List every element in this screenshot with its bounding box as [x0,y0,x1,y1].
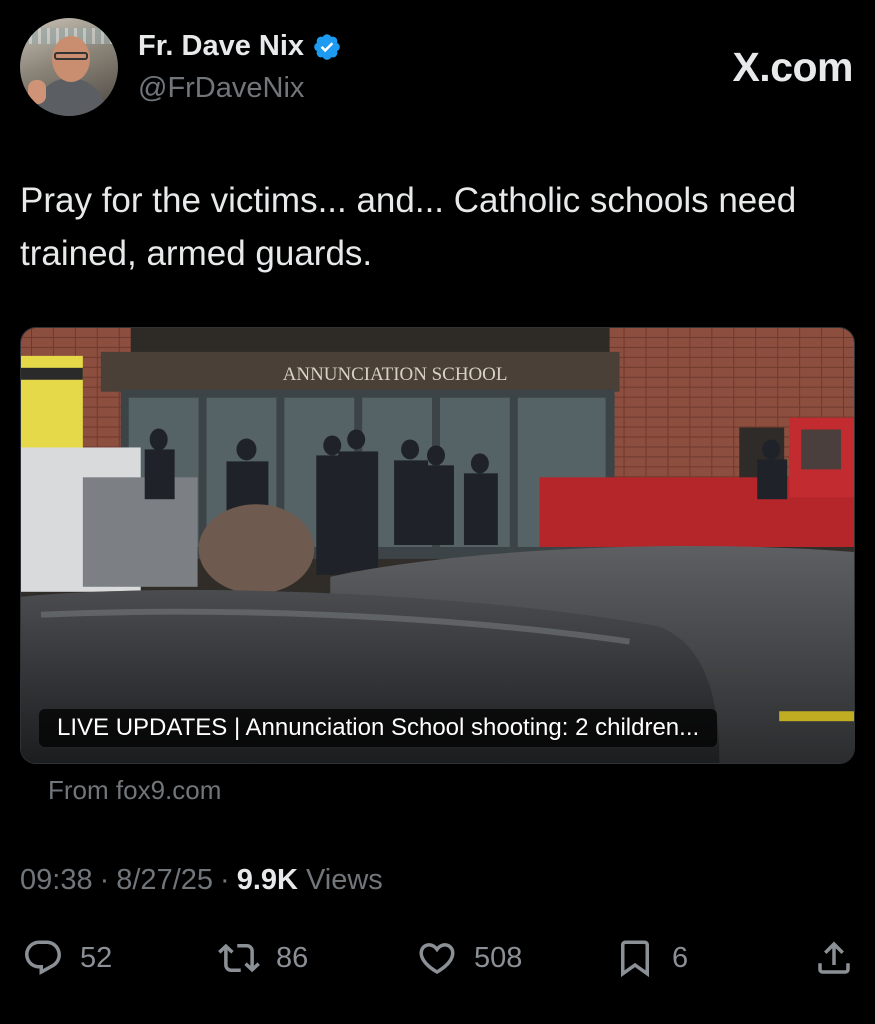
avatar-glasses [54,52,88,60]
link-card-image: ANNUNCIATION SCHOOL [21,328,854,763]
tweet-date[interactable]: 8/27/25 [116,864,213,897]
like-button[interactable]: 508 [416,932,522,984]
repost-count: 86 [276,941,309,974]
like-count: 508 [474,941,523,974]
tweet-time[interactable]: 09:38 [20,864,93,897]
bookmark-button[interactable]: 6 [614,932,688,984]
meta-separator: · [99,864,110,896]
views-count: 9.9K [236,864,298,896]
meta-separator: · [220,864,230,896]
repost-button[interactable]: 86 [218,932,308,984]
bookmark-icon [621,940,649,978]
views-label: Views [305,864,383,896]
bookmark-count: 6 [672,941,689,974]
link-source[interactable]: From fox9.com [48,775,221,806]
reply-icon [25,940,61,975]
x-com-logo: X.com [732,44,853,90]
action-bar: 52 86 508 6 [20,932,855,984]
reply-button[interactable]: 52 [22,932,112,984]
verified-badge-icon [314,33,340,60]
avatar[interactable] [20,18,118,116]
repost-icon [218,943,260,973]
name-row: Fr. Dave Nix [138,30,342,63]
link-card[interactable]: ANNUNCIATION SCHOOL LIVE UPDATES | Annun… [20,327,855,764]
share-icon [818,941,850,974]
tweet-meta: 09:38 · 8/27/25 · 9.9K Views [20,864,383,897]
author-handle[interactable]: @FrDaveNix [138,72,304,105]
link-card-caption[interactable]: LIVE UPDATES | Annunciation School shoot… [39,709,718,747]
tweet-text: Pray for the victims... and... Catholic … [20,181,797,273]
avatar-hand [28,80,46,104]
share-button[interactable] [813,932,855,984]
tweet-header: Fr. Dave Nix @FrDaveNix X.com [20,18,855,118]
reply-count: 52 [80,941,113,974]
author-name[interactable]: Fr. Dave Nix [138,30,304,63]
heart-icon [419,943,455,975]
school-sign-text: ANNUNCIATION SCHOOL [283,364,508,385]
